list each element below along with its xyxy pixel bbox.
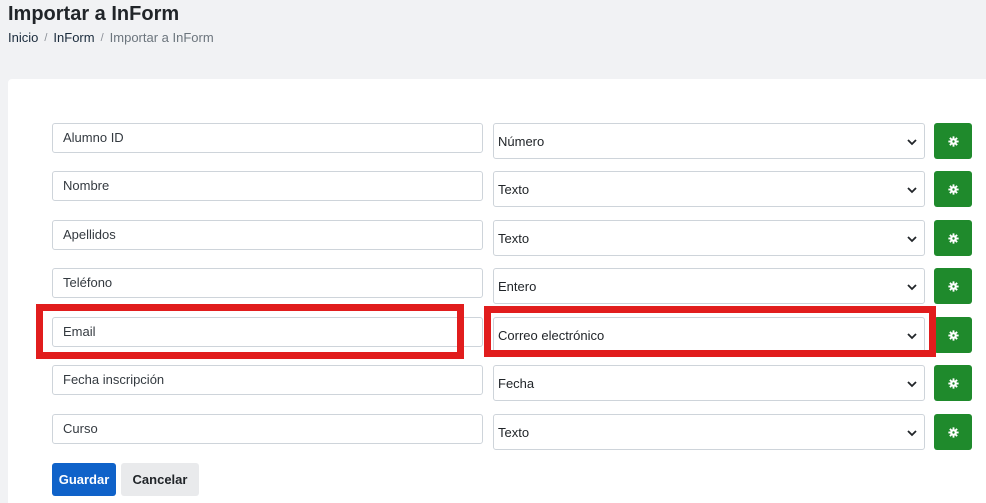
field-name-input[interactable]: Curso: [52, 414, 483, 444]
save-button[interactable]: Guardar: [52, 463, 116, 496]
field-settings-button[interactable]: [934, 365, 972, 401]
field-row: Nombre Texto: [8, 171, 986, 207]
field-settings-button[interactable]: [934, 220, 972, 256]
field-type-value: Texto: [498, 424, 530, 440]
field-type-value: Texto: [498, 230, 530, 246]
breadcrumb: Inicio / InForm / Importar a InForm: [8, 30, 214, 45]
field-row: Teléfono Entero: [8, 268, 986, 304]
field-name-input[interactable]: Alumno ID: [52, 123, 483, 153]
field-name-input[interactable]: Teléfono: [52, 268, 483, 298]
cancel-button[interactable]: Cancelar: [121, 463, 199, 496]
field-type-value: Número: [498, 133, 545, 149]
field-row: Apellidos Texto: [8, 220, 986, 256]
field-settings-button[interactable]: [934, 123, 972, 159]
field-type-select[interactable]: Texto: [493, 171, 925, 207]
gear-icon: [947, 232, 959, 244]
gear-icon: [947, 280, 959, 292]
gear-icon: [947, 426, 959, 438]
field-type-select[interactable]: Fecha: [493, 365, 925, 401]
highlight-box-email-type: [484, 306, 936, 357]
page-title: Importar a InForm: [8, 3, 180, 25]
chevron-down-icon: [907, 284, 917, 291]
field-type-select[interactable]: Texto: [493, 220, 925, 256]
import-form-card: Alumno ID Número Nombre Texto Apellidos …: [8, 79, 986, 503]
field-type-select[interactable]: Texto: [493, 414, 925, 450]
field-settings-button[interactable]: [934, 317, 972, 353]
field-row: Alumno ID Número: [8, 123, 986, 159]
gear-icon: [947, 135, 959, 147]
field-type-value: Texto: [498, 181, 530, 197]
chevron-down-icon: [907, 430, 917, 437]
highlight-box-email-name: [36, 304, 464, 359]
breadcrumb-inform[interactable]: InForm: [53, 30, 94, 45]
chevron-down-icon: [907, 139, 917, 146]
chevron-down-icon: [907, 381, 917, 388]
gear-icon: [947, 183, 959, 195]
field-name-input[interactable]: Nombre: [52, 171, 483, 201]
field-type-select[interactable]: Entero: [493, 268, 925, 304]
field-name-input[interactable]: Apellidos: [52, 220, 483, 250]
field-type-value: Fecha: [498, 375, 535, 391]
field-settings-button[interactable]: [934, 268, 972, 304]
field-type-select[interactable]: Número: [493, 123, 925, 159]
breadcrumb-separator: /: [100, 31, 104, 44]
breadcrumb-home[interactable]: Inicio: [8, 30, 38, 45]
breadcrumb-current: Importar a InForm: [109, 30, 214, 45]
field-settings-button[interactable]: [934, 414, 972, 450]
field-row: Curso Texto: [8, 414, 986, 450]
field-type-value: Entero: [498, 278, 537, 294]
chevron-down-icon: [907, 187, 917, 194]
field-name-input[interactable]: Fecha inscripción: [52, 365, 483, 395]
gear-icon: [947, 377, 959, 389]
gear-icon: [947, 329, 959, 341]
chevron-down-icon: [907, 236, 917, 243]
field-row: Fecha inscripción Fecha: [8, 365, 986, 401]
field-settings-button[interactable]: [934, 171, 972, 207]
breadcrumb-separator: /: [44, 31, 48, 44]
